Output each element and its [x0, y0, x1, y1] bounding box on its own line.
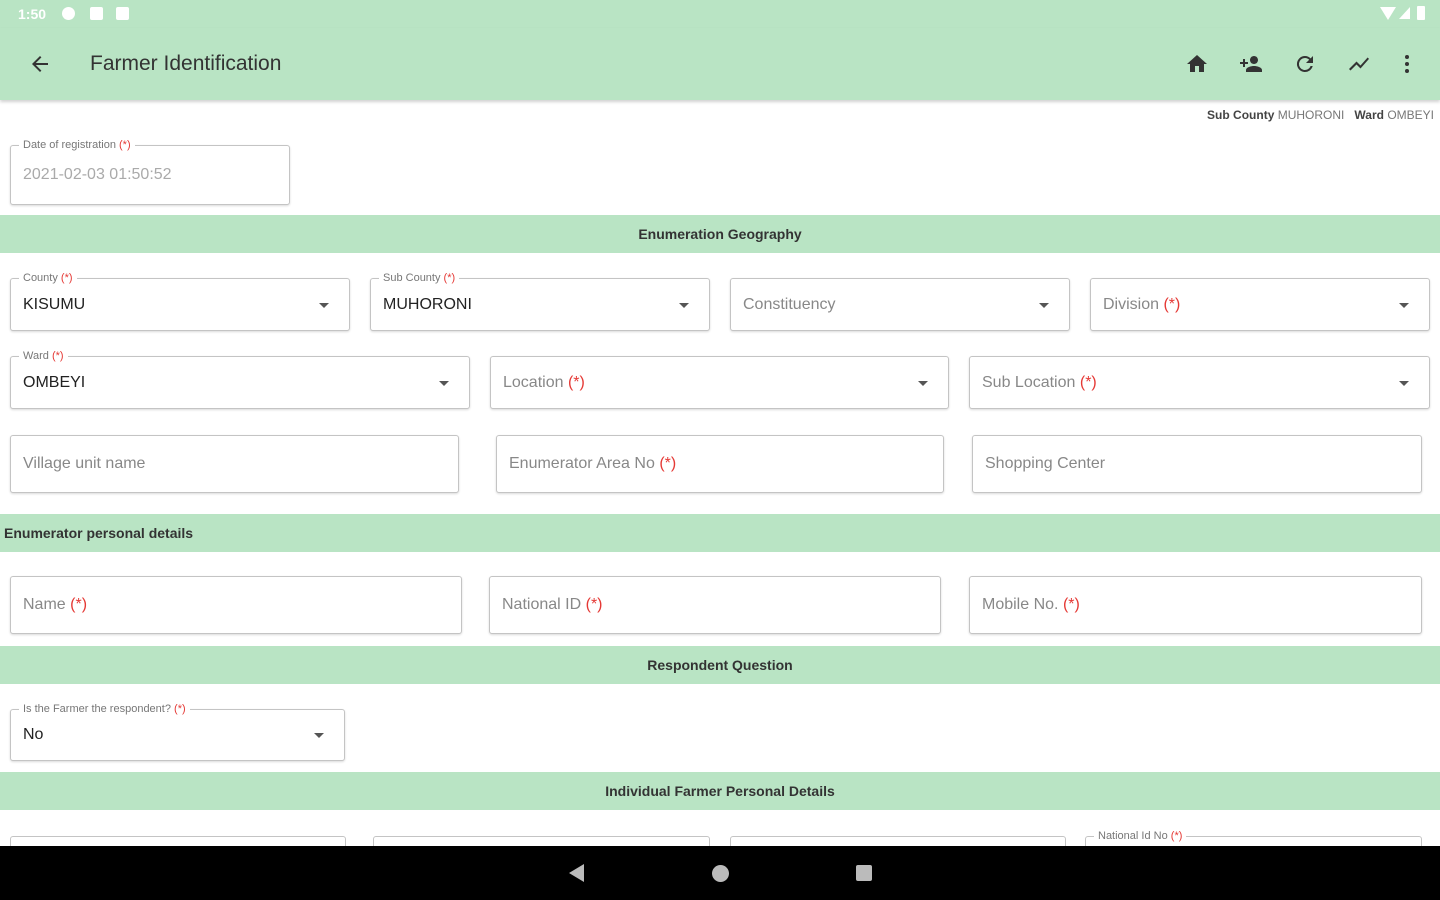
village-unit-placeholder: Village unit name	[23, 455, 146, 472]
more-button[interactable]	[1391, 48, 1423, 80]
refresh-icon	[1296, 55, 1313, 72]
registration-date-label: Date of registration (*)	[19, 137, 135, 153]
arrow-back-icon	[32, 56, 48, 72]
enumerator-area-placeholder: Enumerator Area No (*)	[509, 455, 677, 472]
nav-recents-icon	[856, 865, 872, 881]
refresh-button[interactable]	[1289, 48, 1321, 80]
enumerator-national-id-input[interactable]: National ID (*)	[489, 576, 941, 634]
enumerator-mobile-placeholder: Mobile No. (*)	[982, 596, 1080, 613]
sub-county-select[interactable]: Sub County (*) MUHORONI	[370, 270, 710, 331]
nav-home-icon	[711, 864, 729, 882]
home-icon	[1187, 55, 1207, 72]
location-select[interactable]: Location (*)	[490, 356, 949, 409]
nav-recents-button[interactable]	[848, 857, 880, 889]
page-title: Farmer Identification	[90, 52, 282, 75]
county-value: KISUMU	[23, 295, 86, 313]
signal-icon	[1399, 7, 1410, 19]
nav-back-icon	[568, 864, 584, 882]
trend-button[interactable]	[1343, 48, 1375, 80]
status-bar: 1:50	[0, 0, 1440, 28]
village-unit-input[interactable]: Village unit name	[10, 435, 459, 493]
trend-icon	[1349, 57, 1369, 71]
constituency-placeholder: Constituency	[743, 295, 836, 313]
add-person-icon	[1240, 56, 1262, 72]
division-placeholder: Division (*)	[1103, 295, 1181, 313]
sub-location-placeholder: Sub Location (*)	[982, 373, 1097, 391]
division-select[interactable]: Division (*)	[1090, 278, 1430, 331]
back-button[interactable]	[24, 50, 56, 78]
settings-icon	[62, 7, 75, 20]
notification-icon	[90, 7, 103, 20]
county-select[interactable]: County (*) KISUMU	[10, 270, 350, 331]
status-time: 1:50	[18, 6, 47, 22]
ward-field-value: OMBEYI	[23, 373, 86, 391]
system-navigation-bar	[0, 846, 1440, 900]
dropdown-arrow-icon	[1399, 380, 1409, 386]
section-respondent-question: Respondent Question	[0, 646, 1440, 684]
sub-county-value: MUHORONI	[1277, 108, 1345, 122]
enumerator-area-input[interactable]: Enumerator Area No (*)	[496, 435, 944, 493]
shopping-center-input[interactable]: Shopping Center	[972, 435, 1422, 493]
enumerator-mobile-input[interactable]: Mobile No. (*)	[969, 576, 1422, 634]
individual-national-id-label: National Id No (*)	[1094, 828, 1187, 844]
battery-icon	[1417, 6, 1425, 20]
dropdown-arrow-icon	[314, 733, 324, 738]
registration-date-value: 2021-02-03 01:50:52	[23, 166, 172, 183]
sd-card-icon	[116, 7, 129, 20]
county-label: County (*)	[19, 270, 77, 286]
constituency-select[interactable]: Constituency	[730, 278, 1070, 331]
wifi-icon	[1380, 7, 1396, 20]
sub-location-select[interactable]: Sub Location (*)	[969, 356, 1430, 409]
sub-county-field-label: Sub County (*)	[379, 270, 460, 286]
enumerator-name-placeholder: Name (*)	[23, 596, 88, 613]
nav-home-button[interactable]	[704, 857, 736, 889]
section-enumerator-details: Enumerator personal details	[0, 514, 1440, 552]
dropdown-arrow-icon	[1399, 302, 1409, 308]
sub-county-label: Sub County	[1207, 108, 1275, 122]
section-enumeration-geography: Enumeration Geography	[0, 215, 1440, 253]
respondent-value: No	[23, 726, 44, 743]
dropdown-arrow-icon	[1039, 302, 1049, 308]
sub-county-field-value: MUHORONI	[383, 295, 472, 313]
ward-label: Ward	[1354, 108, 1384, 122]
respondent-label: Is the Farmer the respondent? (*)	[19, 701, 190, 717]
app-bar: Farmer Identification	[0, 28, 1440, 100]
respondent-select[interactable]: Is the Farmer the respondent? (*) No	[10, 701, 345, 761]
registration-date-field[interactable]: Date of registration (*) 2021-02-03 01:5…	[10, 137, 290, 205]
shopping-center-placeholder: Shopping Center	[985, 455, 1106, 472]
add-person-button[interactable]	[1235, 48, 1267, 80]
more-vert-icon	[1405, 55, 1409, 73]
dropdown-arrow-icon	[439, 380, 449, 386]
section-individual-farmer-details: Individual Farmer Personal Details	[0, 772, 1440, 810]
ward-select[interactable]: Ward (*) OMBEYI	[10, 348, 470, 409]
dropdown-arrow-icon	[679, 302, 689, 308]
home-button[interactable]	[1181, 48, 1213, 80]
ward-field-label: Ward (*)	[19, 348, 68, 364]
enumerator-name-input[interactable]: Name (*)	[10, 576, 462, 634]
dropdown-arrow-icon	[319, 302, 329, 308]
location-placeholder: Location (*)	[503, 373, 585, 391]
nav-back-button[interactable]	[560, 857, 592, 889]
location-summary: Sub County MUHORONI Ward OMBEYI	[1207, 108, 1434, 122]
enumerator-national-id-placeholder: National ID (*)	[502, 596, 603, 613]
ward-value: OMBEYI	[1387, 108, 1434, 122]
dropdown-arrow-icon	[918, 380, 928, 386]
